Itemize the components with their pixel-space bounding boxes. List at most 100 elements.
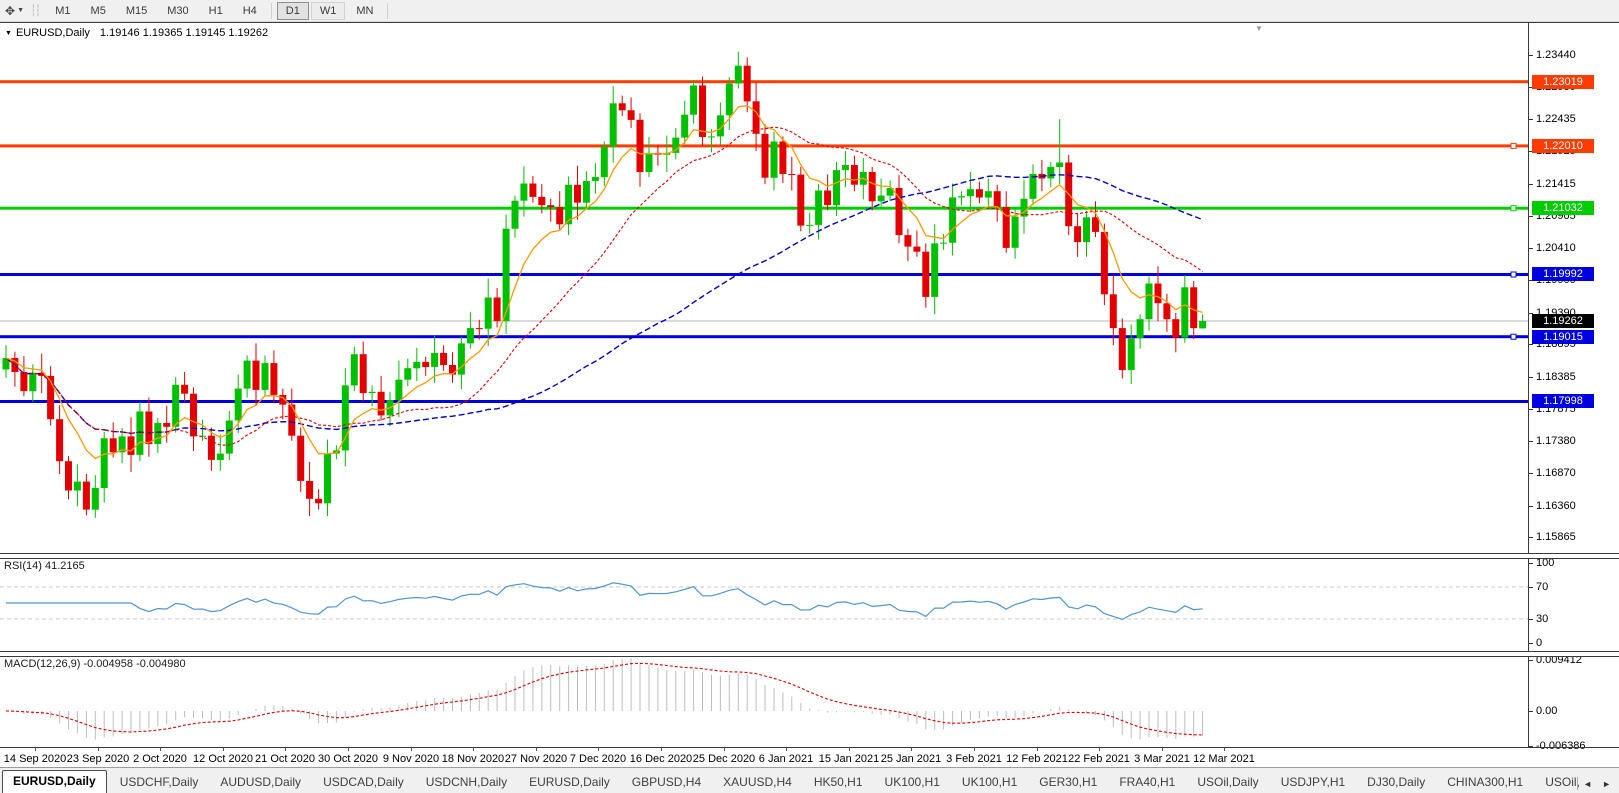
chevron-down-icon[interactable]: ▼ (17, 7, 28, 14)
price-axis-tickmark (1529, 119, 1533, 120)
time-axis-label: 12 Mar 2021 (1186, 753, 1262, 765)
price-axis-tickmark (1529, 473, 1533, 474)
time-axis-tickmark (285, 748, 286, 751)
price-axis-label: 1.17380 (1536, 435, 1606, 447)
price-level-badge: 1.21032 (1532, 201, 1594, 215)
rsi-axis-tickmark (1529, 563, 1533, 564)
time-axis-tickmark (598, 748, 599, 751)
chart-tab-fra40-h1[interactable]: FRA40,H1 (1108, 771, 1186, 793)
time-axis-tickmark (35, 748, 36, 751)
current-price-badge: 1.19262 (1532, 314, 1594, 328)
top-toolbar: ✥ ▼ ┆┆ M1M5M15M30H1H4 D1W1MN (0, 0, 1619, 22)
timeframe-button-m15[interactable]: M15 (117, 2, 156, 20)
timeframe-button-m5[interactable]: M5 (82, 2, 115, 20)
price-axis-label: 1.16360 (1536, 500, 1606, 512)
chart-tab-gbpusd-h4[interactable]: GBPUSD,H4 (621, 771, 712, 793)
macd-axis-label: -0.006386 (1536, 740, 1606, 752)
time-axis-border (0, 747, 1619, 748)
price-axis-tickmark (1529, 216, 1533, 217)
candlestick-plot[interactable] (0, 23, 1528, 553)
rsi-plot[interactable] (0, 557, 1528, 651)
price-axis-tickmark (1529, 344, 1533, 345)
price-axis-label: 1.21415 (1536, 178, 1606, 190)
price-axis-label: 1.18385 (1536, 371, 1606, 383)
macd-axis-tickmark (1529, 660, 1533, 661)
timeframe-button-w1[interactable]: W1 (311, 2, 346, 20)
chart-window: ▼EURUSD,Daily1.19146 1.19365 1.19145 1.1… (0, 22, 1619, 767)
time-axis-tickmark (974, 748, 975, 751)
chart-tab-uk100-h1[interactable]: UK100,H1 (874, 771, 951, 793)
time-axis-tickmark (786, 748, 787, 751)
chart-tab-usdjpy-h1[interactable]: USDJPY,H1 (1270, 771, 1356, 793)
chart-shift-marker-icon[interactable]: ▼ (1255, 24, 1263, 33)
time-axis-tickmark (411, 748, 412, 751)
price-axis-tickmark (1529, 55, 1533, 56)
chart-title: ▼EURUSD,Daily1.19146 1.19365 1.19145 1.1… (5, 27, 268, 39)
time-axis-tickmark (473, 748, 474, 751)
chart-tab-eurusd-daily[interactable]: EURUSD,Daily (2, 770, 107, 793)
rsi-axis-label: 0 (1536, 637, 1606, 649)
price-axis-tickmark (1529, 409, 1533, 410)
rsi-axis-label: 70 (1536, 581, 1606, 593)
price-level-badge: 1.23019 (1532, 75, 1594, 89)
macd-axis-tickmark (1529, 711, 1533, 712)
time-axis-tickmark (223, 748, 224, 751)
time-axis-tickmark (536, 748, 537, 751)
timeframe-button-mn[interactable]: MN (347, 2, 382, 20)
price-axis-label: 1.15865 (1536, 531, 1606, 543)
price-level-badge: 1.19015 (1532, 330, 1594, 344)
rsi-axis-tickmark (1529, 587, 1533, 588)
tab-scroll-left-button[interactable]: ◄ (1578, 779, 1597, 789)
timeframe-button-h1[interactable]: H1 (200, 2, 232, 20)
price-axis-tickmark (1529, 506, 1533, 507)
chart-tab-usdcad-daily[interactable]: USDCAD,Daily (312, 771, 415, 793)
chart-tab-dj30-daily[interactable]: DJ30,Daily (1356, 771, 1436, 793)
time-axis-tickmark (1099, 748, 1100, 751)
time-axis-tickmark (1162, 748, 1163, 751)
chart-tab-xauusd-h4[interactable]: XAUUSD,H4 (712, 771, 803, 793)
pane-splitter[interactable] (0, 651, 1619, 657)
time-axis-tickmark (348, 748, 349, 751)
price-axis-tickmark (1529, 441, 1533, 442)
chart-tab-eurusd-daily[interactable]: EURUSD,Daily (518, 771, 621, 793)
timeframe-button-m1[interactable]: M1 (46, 2, 79, 20)
chart-ohlc-values: 1.19146 1.19365 1.19145 1.19262 (100, 27, 268, 39)
chart-tab-china300-h1[interactable]: CHINA300,H1 (1436, 771, 1534, 793)
time-axis-tickmark (98, 748, 99, 751)
time-axis-tickmark (911, 748, 912, 751)
macd-plot[interactable] (0, 655, 1528, 747)
price-axis-tickmark (1529, 377, 1533, 378)
chart-tab-audusd-daily[interactable]: AUDUSD,Daily (209, 771, 312, 793)
macd-axis-label: 0.00 (1536, 705, 1606, 717)
chart-tab-uk100-h1[interactable]: UK100,H1 (951, 771, 1028, 793)
time-axis-tickmark (849, 748, 850, 751)
chart-tab-usdcnh-daily[interactable]: USDCNH,Daily (415, 771, 518, 793)
toolbar-grip-icon: ┆┆ (28, 2, 45, 20)
chart-tab-ger30-h1[interactable]: GER30,H1 (1028, 771, 1108, 793)
rsi-axis-tickmark (1529, 619, 1533, 620)
crosshair-move-icon[interactable]: ✥ (0, 1, 17, 21)
time-axis-tickmark (724, 748, 725, 751)
chart-tab-usdchf-daily[interactable]: USDCHF,Daily (109, 771, 210, 793)
price-axis-label: 1.22435 (1536, 113, 1606, 125)
time-axis-tickmark (160, 748, 161, 751)
rsi-axis-label: 30 (1536, 613, 1606, 625)
price-axis-label: 1.23440 (1536, 49, 1606, 61)
chart-tab-hk50-h1[interactable]: HK50,H1 (803, 771, 874, 793)
time-axis-tickmark (661, 748, 662, 751)
price-level-badge: 1.19992 (1532, 267, 1594, 281)
chart-tab-usoil-daily[interactable]: USOil,Daily (1186, 771, 1269, 793)
macd-indicator-label: MACD(12,26,9) -0.004958 -0.004980 (4, 658, 186, 670)
timeframe-button-d1[interactable]: D1 (277, 2, 309, 20)
price-level-badge: 1.22010 (1532, 139, 1594, 153)
rsi-axis-tickmark (1529, 643, 1533, 644)
price-axis-tickmark (1529, 184, 1533, 185)
timeframe-button-h4[interactable]: H4 (234, 2, 266, 20)
timeframe-button-m30[interactable]: M30 (158, 2, 197, 20)
price-axis-label: 1.20410 (1536, 242, 1606, 254)
collapse-arrow-icon[interactable]: ▼ (5, 30, 12, 37)
pane-splitter[interactable] (0, 553, 1619, 559)
tab-scroll-right-button[interactable]: ► (1597, 779, 1616, 789)
price-level-badge: 1.17998 (1532, 394, 1594, 408)
price-axis-tickmark (1529, 248, 1533, 249)
